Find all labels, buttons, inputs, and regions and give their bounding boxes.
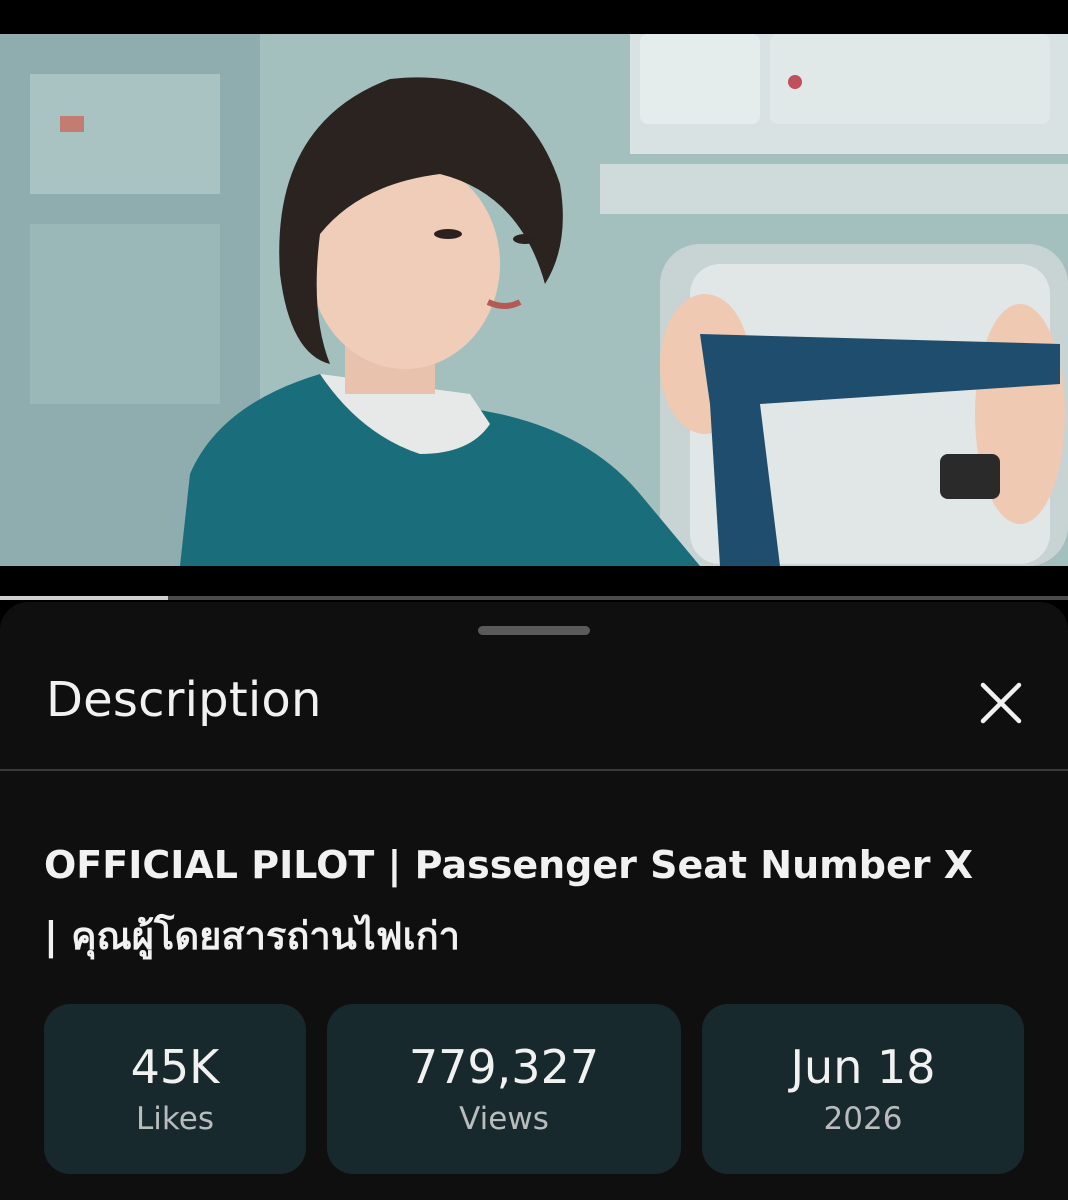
publish-date: Jun 18 [790, 1039, 936, 1094]
video-player[interactable] [0, 34, 1068, 566]
publish-date-stat: Jun 18 2026 [702, 1004, 1024, 1174]
video-title-line-1: OFFICIAL PILOT | Passenger Seat Number X [44, 843, 973, 887]
sheet-divider [0, 769, 1068, 771]
views-stat: 779,327 Views [327, 1004, 681, 1174]
views-label: Views [459, 1101, 549, 1137]
description-sheet: Description OFFICIAL PILOT | Passenger S… [0, 602, 1068, 1200]
likes-stat: 45K Likes [44, 1004, 306, 1174]
close-button[interactable] [972, 674, 1030, 732]
playback-progress-fill [0, 596, 168, 600]
screen: Description OFFICIAL PILOT | Passenger S… [0, 0, 1068, 1200]
likes-count: 45K [130, 1039, 220, 1094]
video-title: OFFICIAL PILOT | Passenger Seat Number X… [44, 830, 1034, 973]
stats-row: 45K Likes 779,327 Views Jun 18 2026 [44, 1004, 1024, 1174]
video-title-line-2: | คุณผู้โดยสารถ่านไฟเก่า [44, 914, 461, 959]
publish-year: 2026 [823, 1101, 903, 1137]
playback-progress-bar[interactable] [0, 596, 1068, 600]
sheet-title: Description [46, 672, 322, 728]
views-count: 779,327 [408, 1039, 600, 1094]
close-icon [980, 682, 1022, 724]
video-frame [0, 34, 1068, 566]
likes-label: Likes [136, 1101, 214, 1137]
sheet-drag-handle[interactable] [478, 626, 590, 635]
